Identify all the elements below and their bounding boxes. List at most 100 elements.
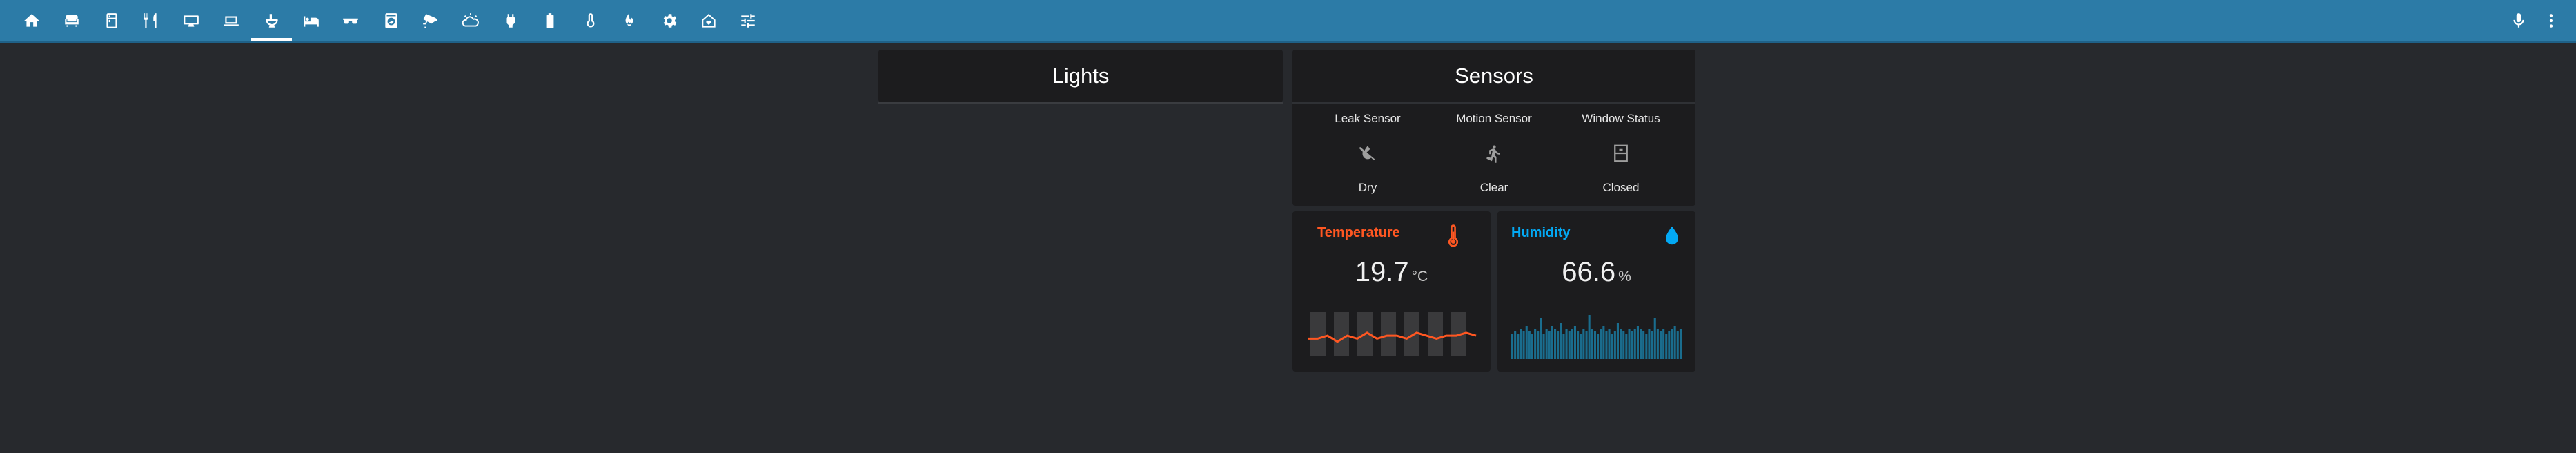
plug-icon[interactable] xyxy=(497,7,524,35)
window-status-name: Window Status xyxy=(1582,112,1660,125)
lights-card-title: Lights xyxy=(1052,64,1110,88)
fridge-icon[interactable] xyxy=(98,7,126,35)
leak-sensor-name: Leak Sensor xyxy=(1335,112,1401,125)
humidity-history-bar xyxy=(1585,331,1588,359)
window-status-entity[interactable]: Window Status Closed xyxy=(1552,110,1690,196)
humidity-history-bar xyxy=(1645,334,1648,359)
humidity-history-bar xyxy=(1560,323,1562,359)
toilet-icon[interactable] xyxy=(258,7,286,35)
temperature-history-block xyxy=(1381,312,1396,356)
washing-machine-icon[interactable] xyxy=(377,7,405,35)
humidity-history-bar xyxy=(1620,329,1622,359)
humidity-history-bar xyxy=(1577,331,1580,359)
humidity-history-bar xyxy=(1545,329,1548,359)
humidity-history-bar xyxy=(1662,329,1665,359)
humidity-history-bar xyxy=(1636,326,1639,359)
temperature-history-block xyxy=(1310,312,1326,356)
humidity-history-bar xyxy=(1557,331,1560,359)
humidity-history-bar xyxy=(1520,329,1522,359)
humidity-history-bar xyxy=(1582,329,1585,359)
temperature-value: 19.7 °C xyxy=(1292,257,1491,288)
humidity-value: 66.6% xyxy=(1497,257,1695,288)
thermometer-icon xyxy=(1442,224,1464,249)
motion-sensor-state: Clear xyxy=(1479,181,1508,194)
humidity-history-bar xyxy=(1542,334,1545,359)
temperature-number: 19.7 xyxy=(1355,257,1409,287)
humidity-history-bar xyxy=(1613,331,1616,359)
walk-icon xyxy=(1425,133,1563,174)
humidity-history-bar xyxy=(1608,329,1611,359)
temperature-history-block xyxy=(1404,312,1419,356)
sensors-card-title: Sensors xyxy=(1455,64,1533,88)
humidity-history-bar xyxy=(1522,331,1525,359)
sofa-icon[interactable] xyxy=(58,7,86,35)
humidity-history-bar xyxy=(1551,326,1553,359)
humidity-history-bar xyxy=(1534,329,1537,359)
humidity-history-bar xyxy=(1665,334,1668,359)
home-icon[interactable] xyxy=(18,7,46,35)
humidity-history-bar xyxy=(1656,329,1659,359)
fire-icon[interactable] xyxy=(616,7,643,35)
bed-icon[interactable] xyxy=(297,7,325,35)
water-drop-icon xyxy=(1661,224,1683,249)
humidity-history-bar xyxy=(1528,331,1531,359)
humidity-history-bar xyxy=(1651,331,1653,359)
motion-sensor-entity[interactable]: Motion Sensor Clear xyxy=(1425,110,1563,196)
humidity-history-bar xyxy=(1640,329,1642,359)
humidity-history-bar xyxy=(1659,331,1662,359)
humidity-history-bar xyxy=(1537,331,1540,359)
humidity-history-bar xyxy=(1511,334,1514,359)
more-vertical-icon[interactable] xyxy=(2537,7,2565,35)
leak-sensor-entity[interactable]: Leak Sensor Dry xyxy=(1299,110,1437,196)
humidity-history-bar xyxy=(1648,329,1651,359)
humidity-history-bar xyxy=(1673,326,1676,359)
motion-sensor-name: Motion Sensor xyxy=(1456,112,1532,125)
humidity-history-bar xyxy=(1671,329,1673,359)
battery-icon[interactable] xyxy=(536,7,564,35)
active-tab-indicator xyxy=(251,38,292,41)
tune-icon[interactable] xyxy=(734,7,762,35)
humidity-history-bar xyxy=(1622,331,1625,359)
temperature-card[interactable]: Temperature 19.7 °C xyxy=(1292,211,1491,372)
home-heart-icon[interactable] xyxy=(695,7,722,35)
humidity-history-bar xyxy=(1525,326,1528,359)
humidity-history-bar xyxy=(1631,331,1633,359)
humidity-history-bar xyxy=(1642,331,1645,359)
humidity-history-bar xyxy=(1568,331,1571,359)
lights-card-divider xyxy=(878,102,1283,104)
humidity-history-bar xyxy=(1514,331,1517,359)
humidity-history-bar xyxy=(1593,331,1596,359)
thermometer-icon[interactable] xyxy=(577,7,604,35)
humidity-history-bar xyxy=(1611,334,1613,359)
temperature-title: Temperature xyxy=(1317,225,1400,240)
humidity-unit: % xyxy=(1618,269,1631,285)
window-status-state: Closed xyxy=(1602,181,1640,194)
gear-icon[interactable] xyxy=(656,7,683,35)
humidity-history-bar xyxy=(1554,329,1557,359)
laptop-icon[interactable] xyxy=(217,7,245,35)
temperature-history-block xyxy=(1334,312,1349,356)
temperature-unit: °C xyxy=(1411,269,1428,285)
humidity-history-bar xyxy=(1602,326,1605,359)
humidity-history-graph xyxy=(1511,315,1682,359)
humidity-history-bar xyxy=(1679,329,1682,359)
humidity-number: 66.6 xyxy=(1562,257,1616,287)
glasses-icon[interactable] xyxy=(337,7,364,35)
food-icon[interactable] xyxy=(137,7,165,35)
humidity-history-bar xyxy=(1600,329,1602,359)
leak-sensor-state: Dry xyxy=(1358,181,1377,194)
tv-icon[interactable] xyxy=(177,7,205,35)
microphone-icon[interactable] xyxy=(2505,7,2533,35)
humidity-history-bar xyxy=(1548,331,1551,359)
humidity-history-bar xyxy=(1628,329,1631,359)
humidity-history-bar xyxy=(1597,334,1600,359)
humidity-history-bar xyxy=(1625,334,1628,359)
cctv-icon[interactable] xyxy=(417,7,444,35)
humidity-history-bar xyxy=(1633,329,1636,359)
humidity-history-bar xyxy=(1676,331,1679,359)
humidity-card[interactable]: Humidity 66.6% xyxy=(1497,211,1695,372)
lights-card: Lights xyxy=(878,50,1283,102)
humidity-history-bar xyxy=(1668,331,1671,359)
weather-icon[interactable] xyxy=(457,7,484,35)
humidity-history-bar xyxy=(1540,318,1542,359)
